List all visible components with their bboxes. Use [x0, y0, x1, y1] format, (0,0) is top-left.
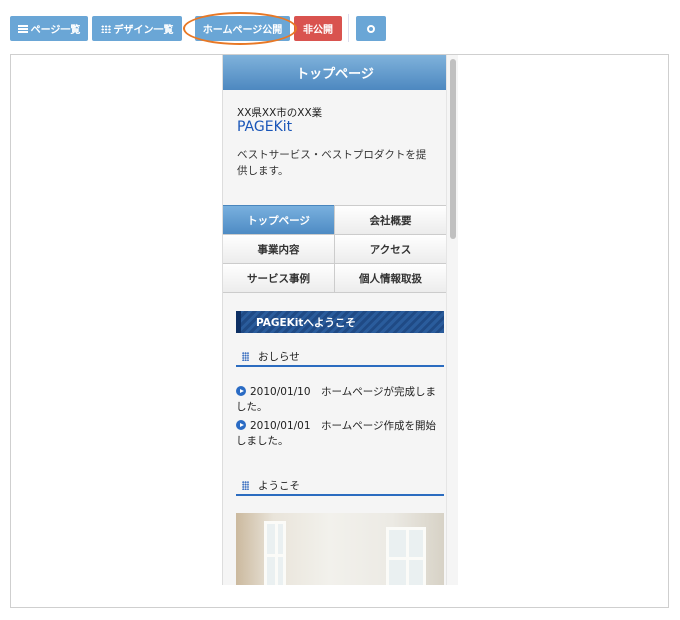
unpublish-label: 非公開	[303, 25, 333, 36]
welcome-banner-label: PAGEKitへようこそ	[256, 316, 356, 329]
design-list-label: デザイン一覧	[113, 25, 174, 36]
page-list-button[interactable]: ページ一覧	[10, 16, 88, 41]
news-heading-label: おしらせ	[258, 350, 300, 363]
dots-icon	[242, 480, 249, 490]
list-item[interactable]: 2010/01/01 ホームページ作成を開始しました。	[236, 419, 444, 449]
nav-item-privacy[interactable]: 個人情報取扱	[334, 263, 447, 293]
site-logo[interactable]: PAGEKit	[237, 119, 292, 135]
news-text: 2010/01/01 ホームページ作成を開始しました。	[236, 420, 436, 447]
scrollbar-thumb[interactable]	[450, 59, 456, 239]
news-text: 2010/01/10 ホームページが完成しました。	[236, 386, 436, 413]
room-photo	[236, 513, 444, 585]
nav-item-cases[interactable]: サービス事例	[223, 263, 335, 293]
company-tagline: XX県XX市のXX業	[237, 107, 323, 119]
page-title: トップページ	[223, 55, 447, 90]
toolbar-separator	[348, 14, 349, 42]
photo-window	[264, 521, 286, 585]
arrow-right-icon	[236, 386, 246, 396]
arrow-right-icon	[236, 420, 246, 430]
site-description: ベストサービス・ベストプロダクトを提供します。	[237, 149, 427, 177]
toolbar: ページ一覧 デザイン一覧 ホームページ公開 非公開	[0, 0, 680, 46]
site-nav: トップページ 会社概要 事業内容 アクセス サービス事例 個人情報取扱	[223, 205, 447, 293]
settings-button[interactable]	[356, 16, 386, 41]
banner-accent	[236, 311, 241, 333]
design-list-button[interactable]: デザイン一覧	[92, 16, 182, 41]
unpublish-button[interactable]: 非公開	[294, 16, 342, 41]
nav-item-company[interactable]: 会社概要	[334, 205, 447, 235]
photo-window	[386, 527, 426, 585]
welcome-banner: PAGEKitへようこそ	[236, 311, 444, 333]
publish-highlight-ring	[183, 12, 297, 45]
news-heading: おしらせ	[236, 347, 444, 367]
nav-item-business[interactable]: 事業内容	[223, 234, 335, 264]
scrollbar[interactable]	[446, 55, 458, 585]
nav-item-access[interactable]: アクセス	[334, 234, 447, 264]
welcome-heading: ようこそ	[236, 476, 444, 496]
news-list: 2010/01/10 ホームページが完成しました。 2010/01/01 ホーム…	[236, 385, 444, 453]
gear-icon	[367, 24, 375, 33]
welcome-heading-label: ようこそ	[258, 479, 300, 492]
list-item[interactable]: 2010/01/10 ホームページが完成しました。	[236, 385, 444, 415]
dots-icon	[242, 351, 249, 361]
mobile-preview[interactable]: トップページ XX県XX市のXX業 PAGEKit ベストサービス・ベストプロダ…	[222, 55, 458, 585]
list-icon	[17, 24, 28, 33]
grid-icon	[100, 24, 111, 33]
page-list-label: ページ一覧	[30, 25, 81, 36]
nav-item-top[interactable]: トップページ	[223, 205, 335, 235]
